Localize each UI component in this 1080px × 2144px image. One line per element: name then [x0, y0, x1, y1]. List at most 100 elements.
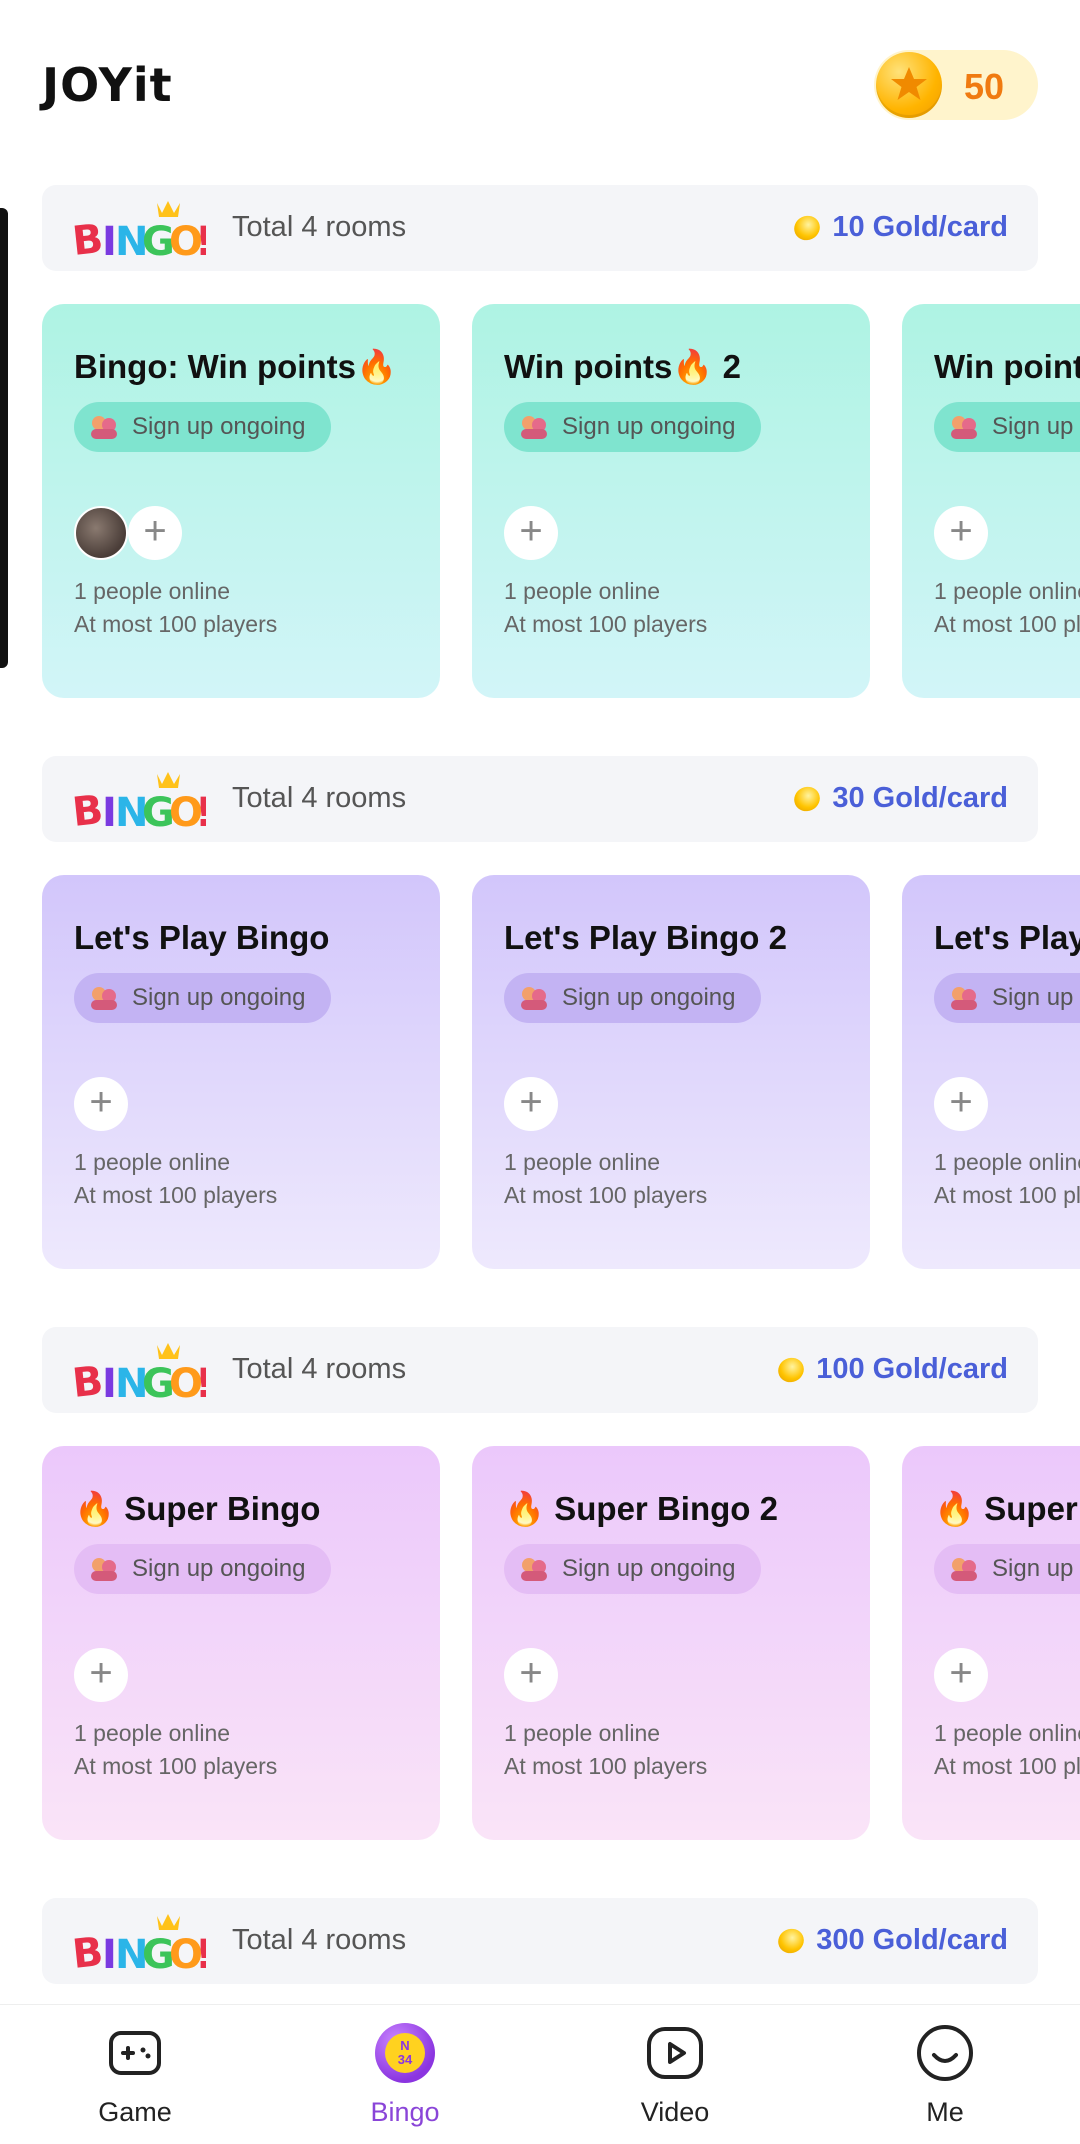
people-icon	[91, 1558, 117, 1581]
svg-text:B: B	[72, 787, 105, 832]
join-plus-button[interactable]: +	[934, 1077, 988, 1131]
join-plus-button[interactable]: +	[128, 506, 182, 560]
gold-icon	[790, 782, 825, 815]
max-players: At most 100 players	[934, 1753, 1080, 1779]
star-coin-icon	[876, 52, 942, 118]
people-icon	[951, 1558, 977, 1581]
signup-status-badge: Sign up ongoing	[504, 1544, 762, 1594]
svg-text:!: !	[195, 1932, 206, 1974]
signup-status-badge: Sign up ongoing	[934, 402, 1080, 452]
max-players: At most 100 players	[74, 611, 278, 637]
max-players: At most 100 players	[504, 1753, 708, 1779]
svg-text:!: !	[195, 219, 206, 261]
room-card[interactable]: 🔥 Super Bingo Sign up ongoing + 1 people…	[42, 1446, 440, 1840]
room-cards-row[interactable]: Let's Play Bingo Sign up ongoing + 1 peo…	[0, 875, 1080, 1269]
room-cards-row[interactable]: 🔥 Super Bingo Sign up ongoing + 1 people…	[0, 1446, 1080, 1840]
max-players: At most 100 players	[504, 611, 708, 637]
room-cards-row[interactable]: Bingo: Win points🔥 Sign up ongoing + 1 p…	[0, 304, 1080, 698]
join-plus-button[interactable]: +	[934, 506, 988, 560]
people-icon	[951, 987, 977, 1010]
bingo-logo-icon: B I N G O !	[72, 772, 206, 832]
nav-item-bingo[interactable]: N 34 Bingo	[305, 2019, 505, 2139]
signup-status-badge: Sign up ongoing	[934, 973, 1080, 1023]
coin-balance[interactable]: 50	[874, 50, 1038, 120]
price-label: 100 Gold/card	[816, 1353, 1008, 1385]
max-players: At most 100 players	[934, 1182, 1080, 1208]
people-icon	[521, 416, 547, 439]
nav-label: Me	[926, 2097, 964, 2127]
nav-item-me[interactable]: Me	[845, 2019, 1045, 2139]
svg-text:B: B	[72, 216, 105, 261]
room-title: Let's Play Bingo 3	[934, 919, 1080, 956]
gold-icon	[774, 1924, 809, 1957]
rooms-count: Total 4 rooms	[232, 1924, 407, 1956]
price-label: 10 Gold/card	[832, 211, 1008, 243]
join-plus-button[interactable]: +	[74, 1077, 128, 1131]
coin-count: 50	[964, 66, 1005, 107]
people-online: 1 people online	[504, 578, 661, 604]
signup-status-label: Sign up ongoing	[562, 984, 736, 1011]
ball-letter: N	[400, 2038, 410, 2053]
people-icon	[521, 1558, 547, 1581]
smile-icon	[917, 2025, 973, 2081]
people-online: 1 people online	[504, 1720, 661, 1746]
people-icon	[951, 416, 977, 439]
room-card[interactable]: Let's Play Bingo Sign up ongoing + 1 peo…	[42, 875, 440, 1269]
room-card[interactable]: 🔥 Super Bingo 2 Sign up ongoing + 1 peop…	[472, 1446, 870, 1840]
signup-status-label: Sign up ongoing	[132, 413, 306, 440]
price-per-card: 300 Gold/card	[774, 1924, 1008, 1957]
svg-text:!: !	[195, 1361, 206, 1403]
max-players: At most 100 players	[934, 611, 1080, 637]
signup-status-badge: Sign up ongoing	[934, 1544, 1080, 1594]
people-online: 1 people online	[934, 578, 1080, 604]
room-card[interactable]: Let's Play Bingo 2 Sign up ongoing + 1 p…	[472, 875, 870, 1269]
people-icon	[91, 416, 117, 439]
player-avatar	[74, 506, 128, 560]
join-plus-button[interactable]: +	[504, 1077, 558, 1131]
top-bar: JOYit 50	[0, 0, 1080, 170]
signup-status-badge: Sign up ongoing	[504, 402, 762, 452]
people-icon	[91, 987, 117, 1010]
people-online: 1 people online	[934, 1149, 1080, 1175]
join-plus-button[interactable]: +	[504, 506, 558, 560]
room-title: Let's Play Bingo 2	[504, 919, 787, 956]
room-card[interactable]: Win points🔥 2 Sign up ongoing + 1 people…	[472, 304, 870, 698]
price-per-card: 30 Gold/card	[790, 782, 1008, 815]
people-online: 1 people online	[74, 1149, 231, 1175]
room-card[interactable]: Let's Play Bingo 3 Sign up ongoing + 1 p…	[902, 875, 1080, 1269]
signup-status-badge: Sign up ongoing	[74, 1544, 332, 1594]
nav-item-video[interactable]: Video	[575, 2019, 775, 2139]
people-online: 1 people online	[934, 1720, 1080, 1746]
room-card[interactable]: Bingo: Win points🔥 Sign up ongoing + 1 p…	[42, 304, 440, 698]
nav-label: Game	[98, 2097, 172, 2127]
svg-text:B: B	[72, 1929, 105, 1974]
join-plus-button[interactable]: +	[504, 1648, 558, 1702]
section-header-30-gold: B I N G O ! Total 4 rooms 30 Gold/card	[42, 756, 1038, 842]
room-title: 🔥 Super Bingo 3	[934, 1490, 1080, 1527]
signup-status-label: Sign up ongoing	[132, 1555, 306, 1582]
join-plus-button[interactable]: +	[74, 1648, 128, 1702]
room-title: Let's Play Bingo	[74, 919, 330, 956]
room-title: 🔥 Super Bingo	[74, 1490, 321, 1527]
room-title: Win points🔥 3	[934, 348, 1080, 385]
section-header-300-gold: B I N G O ! Total 4 rooms 300 Gold/card	[42, 1898, 1038, 1984]
nav-item-game[interactable]: Game	[35, 2019, 235, 2139]
app-logo: JOYit	[42, 58, 173, 112]
gamepad-icon	[109, 2031, 161, 2075]
max-players: At most 100 players	[504, 1182, 708, 1208]
price-per-card: 100 Gold/card	[774, 1353, 1008, 1386]
rooms-count: Total 4 rooms	[232, 782, 407, 814]
rooms-count: Total 4 rooms	[232, 1353, 407, 1385]
ball-number: 34	[397, 2052, 413, 2067]
nav-label: Bingo	[370, 2097, 440, 2127]
signup-status-badge: Sign up ongoing	[74, 402, 332, 452]
signup-status-label: Sign up ongoing	[562, 413, 736, 440]
room-card[interactable]: 🔥 Super Bingo 3 Sign up ongoing + 1 peop…	[902, 1446, 1080, 1840]
people-online: 1 people online	[74, 578, 231, 604]
join-plus-button[interactable]: +	[934, 1648, 988, 1702]
room-card[interactable]: Win points🔥 3 Sign up ongoing + 1 people…	[902, 304, 1080, 698]
gold-icon	[774, 1353, 809, 1386]
svg-text:!: !	[195, 790, 206, 832]
signup-status-badge: Sign up ongoing	[74, 973, 332, 1023]
room-title: 🔥 Super Bingo 2	[504, 1490, 778, 1527]
